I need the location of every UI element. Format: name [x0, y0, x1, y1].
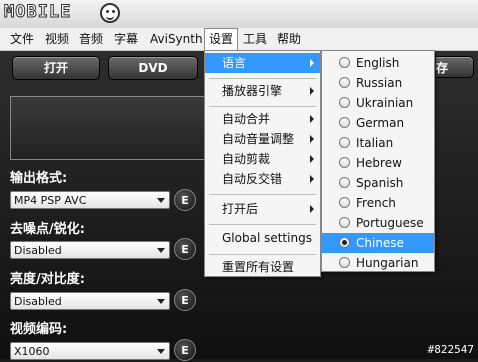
radio-checked-icon: [339, 237, 350, 248]
menu-audio[interactable]: 音频: [75, 28, 107, 50]
brightness-label: 亮度/对比度:: [10, 272, 85, 287]
settings-item-auto-merge[interactable]: 自动合并: [205, 109, 320, 129]
chevron-right-icon: [310, 205, 314, 213]
language-option-chinese[interactable]: Chinese: [322, 233, 434, 253]
chevron-down-icon: [157, 349, 165, 354]
language-option-hebrew[interactable]: Hebrew: [322, 153, 434, 173]
watermark-text: #822547: [427, 343, 474, 356]
radio-icon: [339, 97, 350, 108]
chevron-down-icon: [157, 299, 165, 304]
radio-icon: [339, 57, 350, 68]
output-format-select[interactable]: MP4 PSP AVC: [10, 191, 170, 209]
chevron-down-icon: [157, 248, 165, 253]
menu-bar: 文件 视频 音频 字幕 AviSynth 设置 工具 帮助: [0, 28, 478, 51]
menu-separator: [209, 106, 316, 107]
logo-face-icon: [100, 3, 120, 23]
language-option-french[interactable]: French: [322, 193, 434, 213]
radio-icon: [339, 217, 350, 228]
radio-icon: [339, 257, 350, 268]
open-button[interactable]: 打开: [12, 56, 100, 80]
save-button[interactable]: 存: [436, 56, 474, 78]
video-codec-value: X1060: [14, 345, 50, 358]
menu-separator: [209, 78, 316, 79]
settings-item-auto-crop[interactable]: 自动剪裁: [205, 149, 320, 169]
language-submenu: English Russian Ukrainian German Italian…: [321, 50, 435, 272]
language-option-english[interactable]: English: [322, 53, 434, 73]
output-format-label: 输出格式:: [10, 171, 68, 186]
chevron-down-icon: [157, 198, 165, 203]
title-bar: MOBILE: [0, 0, 478, 29]
menu-video[interactable]: 视频: [41, 28, 73, 50]
settings-item-after-open[interactable]: 打开后: [205, 199, 320, 219]
menu-avisynth[interactable]: AviSynth: [146, 28, 207, 50]
chevron-right-icon: [310, 175, 314, 183]
video-codec-edit-button[interactable]: E: [174, 339, 196, 361]
radio-icon: [339, 117, 350, 128]
settings-item-auto-deinterlace[interactable]: 自动反交错: [205, 169, 320, 189]
brightness-edit-button[interactable]: E: [174, 289, 196, 311]
menu-settings[interactable]: 设置: [204, 28, 239, 50]
menu-help[interactable]: 帮助: [273, 28, 305, 50]
language-option-ukrainian[interactable]: Ukrainian: [322, 93, 434, 113]
settings-item-reset-all[interactable]: 重置所有设置: [205, 257, 320, 277]
radio-icon: [339, 157, 350, 168]
chevron-right-icon: [310, 115, 314, 123]
save-button-label: 存: [436, 61, 449, 75]
menu-separator: [209, 254, 316, 255]
language-option-portuguese[interactable]: Portuguese: [322, 213, 434, 233]
settings-item-auto-volume[interactable]: 自动音量调整: [205, 129, 320, 149]
brightness-select[interactable]: Disabled: [10, 292, 170, 310]
radio-icon: [339, 137, 350, 148]
chevron-right-icon: [310, 59, 314, 67]
video-codec-label: 视频编码:: [10, 322, 68, 337]
menu-separator: [209, 224, 316, 225]
settings-item-language[interactable]: 语言: [205, 53, 320, 73]
chevron-right-icon: [310, 87, 314, 95]
menu-file[interactable]: 文件: [6, 28, 38, 50]
language-option-russian[interactable]: Russian: [322, 73, 434, 93]
output-format-value: MP4 PSP AVC: [14, 194, 87, 207]
settings-dropdown: 语言 播放器引擎 自动合并 自动音量调整 自动剪裁 自动反交错 打开后 Glob…: [204, 50, 321, 277]
denoise-label: 去噪点/锐化:: [10, 222, 85, 237]
language-option-spanish[interactable]: Spanish: [322, 173, 434, 193]
preview-area: [10, 96, 212, 160]
language-option-german[interactable]: German: [322, 113, 434, 133]
menu-separator: [209, 194, 316, 195]
video-codec-select[interactable]: X1060: [10, 342, 170, 360]
language-option-italian[interactable]: Italian: [322, 133, 434, 153]
brightness-value: Disabled: [14, 295, 62, 308]
dvd-button[interactable]: DVD: [108, 56, 198, 80]
settings-item-player-engine[interactable]: 播放器引擎: [205, 81, 320, 101]
denoise-select[interactable]: Disabled: [10, 241, 170, 259]
chevron-right-icon: [310, 135, 314, 143]
radio-icon: [339, 77, 350, 88]
chevron-right-icon: [310, 155, 314, 163]
settings-item-global-settings[interactable]: Global settings: [205, 228, 320, 248]
denoise-value: Disabled: [14, 244, 62, 257]
radio-icon: [339, 197, 350, 208]
app-logo: MOBILE: [3, 2, 72, 23]
radio-icon: [339, 177, 350, 188]
denoise-edit-button[interactable]: E: [174, 238, 196, 260]
output-format-edit-button[interactable]: E: [174, 189, 196, 211]
menu-subtitles[interactable]: 字幕: [110, 28, 142, 50]
language-option-hungarian[interactable]: Hungarian: [322, 253, 434, 273]
menu-tools[interactable]: 工具: [239, 28, 271, 50]
